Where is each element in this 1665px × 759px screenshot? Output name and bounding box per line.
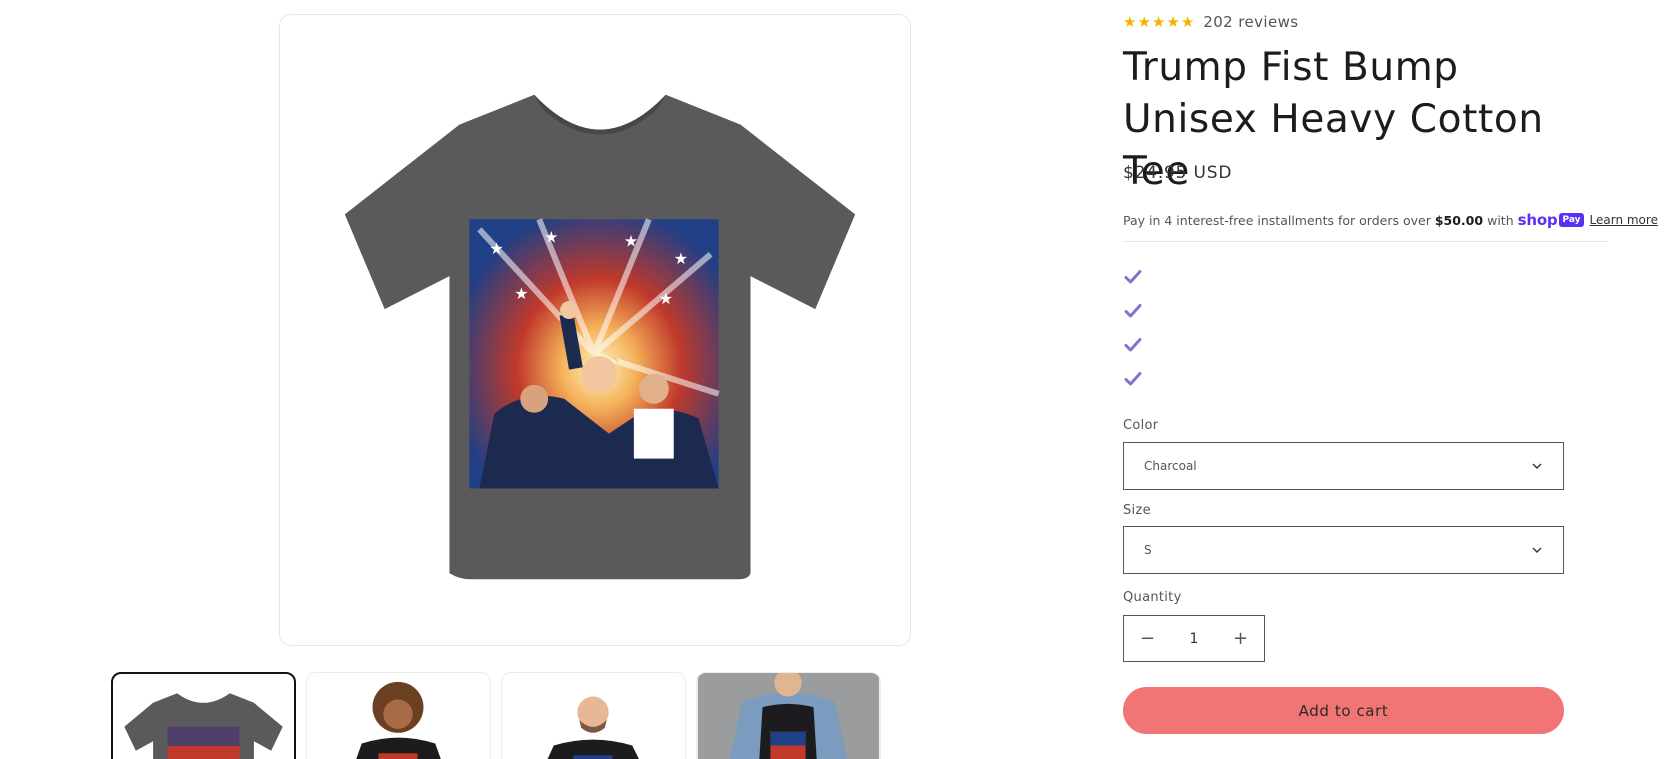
- star-icon: ★: [1137, 13, 1151, 31]
- thumbnail-image: [124, 693, 283, 759]
- quantity-stepper: − 1 +: [1123, 615, 1265, 662]
- quantity-label: Quantity: [1123, 590, 1182, 605]
- check-icon: [1124, 268, 1142, 286]
- installments-text: Pay in 4 interest-free installments for …: [1123, 212, 1431, 228]
- size-select[interactable]: S: [1123, 526, 1564, 574]
- thumbnail-image: [697, 673, 880, 759]
- shop-pay-logo: shop: [1517, 211, 1558, 229]
- thumbnail-woman-denim-jacket[interactable]: [696, 672, 881, 759]
- installments-threshold: $50.00: [1434, 212, 1484, 228]
- svg-text:★: ★: [514, 284, 528, 303]
- star-icon: ★: [1123, 13, 1137, 31]
- charcoal-tee-image: ★ ★ ★ ★ ★ ★: [344, 94, 856, 580]
- chevron-down-icon: [1532, 463, 1542, 469]
- star-icon: ★: [1166, 13, 1180, 31]
- quantity-decrease-button[interactable]: −: [1124, 616, 1171, 661]
- review-count[interactable]: 202 reviews: [1203, 13, 1298, 31]
- star-rating: ★ ★ ★ ★ ★: [1123, 12, 1194, 32]
- main-product-image[interactable]: ★ ★ ★ ★ ★ ★: [279, 14, 911, 646]
- shop-pay-installments: Pay in 4 interest-free installments for …: [1123, 208, 1658, 232]
- svg-text:★: ★: [544, 227, 558, 246]
- thumbnail-woman-black-tee[interactable]: [306, 672, 491, 759]
- svg-text:★: ★: [659, 289, 673, 308]
- product-price: $24.95 USD: [1123, 163, 1233, 183]
- quantity-increase-button[interactable]: +: [1217, 616, 1264, 661]
- star-icon: ★: [1151, 13, 1166, 31]
- check-icon: [1124, 370, 1142, 388]
- thumbnail-gallery: [111, 672, 891, 759]
- shop-pay-badge: Pay: [1559, 213, 1584, 227]
- thumbnail-charcoal-tee[interactable]: [111, 672, 296, 759]
- star-icon: ★: [1180, 13, 1195, 31]
- color-label: Color: [1123, 418, 1159, 433]
- thumbnail-image: [356, 681, 441, 759]
- quantity-input[interactable]: 1: [1174, 631, 1214, 647]
- color-select[interactable]: Charcoal: [1123, 442, 1564, 490]
- chevron-down-icon: [1532, 547, 1542, 553]
- thumbnail-image: [547, 696, 639, 759]
- installments-with: with: [1487, 212, 1514, 228]
- color-select-value: Charcoal: [1144, 459, 1197, 473]
- divider: [1123, 241, 1608, 242]
- thumbnail-man-black-tee[interactable]: [501, 672, 686, 759]
- svg-text:★: ★: [624, 231, 638, 250]
- size-select-value: S: [1144, 543, 1152, 557]
- check-icon: [1124, 302, 1142, 320]
- product-rating[interactable]: ★ ★ ★ ★ ★ 202 reviews: [1123, 12, 1299, 32]
- add-to-cart-button[interactable]: Add to cart: [1123, 687, 1564, 734]
- svg-text:★: ★: [489, 239, 503, 258]
- learn-more-link[interactable]: Learn more: [1590, 213, 1658, 227]
- check-icon: [1124, 336, 1142, 354]
- svg-text:★: ★: [674, 249, 688, 268]
- size-label: Size: [1123, 503, 1151, 518]
